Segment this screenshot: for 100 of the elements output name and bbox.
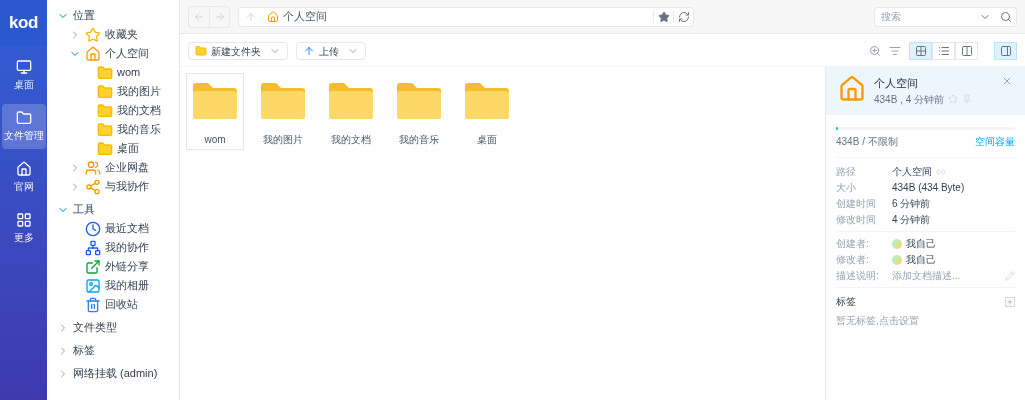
folder-icon (15, 110, 32, 126)
home-icon (15, 161, 32, 177)
grid-view-icon (914, 45, 927, 57)
star-icon (85, 26, 101, 43)
view-toggle[interactable] (909, 42, 932, 60)
upload-button[interactable]: 上传 (296, 42, 366, 60)
info-panel-toggle[interactable] (994, 42, 1017, 60)
search-field[interactable]: 搜索 (874, 6, 979, 27)
tree-item[interactable]: 标签 (73, 342, 95, 359)
description-field[interactable]: 添加文档描述... (892, 268, 1005, 283)
property-label: 大小 (836, 181, 857, 195)
folder-icon (327, 82, 375, 120)
sort-icon[interactable] (889, 45, 901, 57)
star-icon (657, 10, 670, 23)
property-value: 我自己 (906, 253, 936, 267)
share-link-icon (85, 258, 101, 275)
tree-item[interactable]: 我的协作 (105, 239, 149, 256)
folder-item[interactable]: 我的文档 (322, 73, 380, 150)
refresh-icon (677, 10, 690, 23)
image-icon (85, 277, 101, 294)
pin-icon[interactable] (962, 94, 973, 104)
folder-icon (463, 82, 511, 120)
list-view-icon (937, 45, 950, 57)
tree-item[interactable]: 外链分享 (105, 258, 149, 275)
right-arrow-icon (213, 10, 226, 23)
rail-item[interactable]: 文件管理 (1, 104, 46, 149)
quota-text: 434B / 不限制 (836, 135, 898, 149)
group-folder-icon (85, 159, 101, 176)
zoom-icon[interactable] (869, 45, 881, 57)
tree-item[interactable]: 企业网盘 (105, 159, 149, 176)
panel-title: 个人空间 (874, 76, 919, 91)
folder-item[interactable]: 我的音乐 (390, 73, 448, 150)
folder-icon (395, 82, 443, 120)
folder-item[interactable]: wom (186, 73, 244, 150)
home-icon (267, 10, 279, 23)
folder-icon (97, 64, 113, 81)
panel-subtitle: 434B , 4 分钟前 (874, 92, 945, 107)
tree-item[interactable]: 我的文档 (117, 102, 161, 119)
rail-item[interactable]: 桌面 (1, 53, 46, 98)
search-button[interactable] (995, 6, 1017, 27)
tags-title: 标签 (836, 295, 856, 309)
folder-icon (195, 45, 207, 57)
close-icon[interactable] (1001, 75, 1013, 87)
grid-icon (15, 212, 32, 228)
property-label: 创建者: (836, 237, 870, 251)
link-icon[interactable] (936, 166, 946, 177)
rail-item[interactable]: 官网 (1, 155, 46, 200)
folder-icon (259, 82, 307, 120)
tree-item[interactable]: 收藏夹 (105, 26, 138, 43)
property-value: 6 分钟前 (892, 197, 931, 211)
edit-icon[interactable] (1005, 270, 1015, 281)
tree-item[interactable]: 文件类型 (73, 319, 117, 336)
home-icon (85, 45, 101, 62)
tree-item[interactable]: 网络挂载 (admin) (73, 365, 158, 382)
up-arrow-icon (303, 45, 315, 57)
property-value: 个人空间 (892, 165, 932, 179)
panel-icon (999, 45, 1012, 57)
favorite-button[interactable] (653, 10, 673, 23)
share-folder-icon (85, 178, 101, 195)
trash-icon (85, 296, 101, 313)
tree-item[interactable]: 我的图片 (117, 83, 161, 100)
property-label: 创建时间 (836, 197, 877, 211)
up-arrow-icon (245, 10, 257, 23)
tree-item[interactable]: wom (117, 64, 141, 81)
clock-icon (85, 220, 101, 237)
property-label: 描述说明: (836, 269, 880, 283)
property-value: 我自己 (906, 237, 936, 251)
add-tag-icon[interactable] (1005, 296, 1015, 307)
property-label: 修改者: (836, 253, 870, 267)
folder-icon (97, 83, 113, 100)
folder-item[interactable]: 我的图片 (254, 73, 312, 150)
nodes-icon (85, 239, 101, 256)
star-icon[interactable] (948, 94, 959, 104)
view-toggle[interactable] (932, 42, 955, 60)
folder-item[interactable]: 桌面 (458, 73, 516, 150)
tree-item[interactable]: 回收站 (105, 296, 138, 313)
property-label: 路径 (836, 165, 857, 179)
view-toggle[interactable] (955, 42, 978, 60)
avatar (892, 238, 902, 249)
split-view-icon (960, 45, 973, 57)
tree-item[interactable]: 工具 (73, 201, 95, 218)
logo: kod (9, 11, 38, 34)
tree-item[interactable]: 位置 (73, 7, 95, 24)
home-icon (838, 75, 866, 103)
property-label: 修改时间 (836, 213, 877, 227)
monitor-icon (15, 59, 32, 75)
tree-item[interactable]: 我的相册 (105, 277, 149, 294)
property-value: 434B (434 Byte) (892, 181, 965, 195)
tree-item[interactable]: 个人空间 (105, 45, 149, 62)
tree-item[interactable]: 我的音乐 (117, 121, 161, 138)
tree-item[interactable]: 与我协作 (105, 178, 149, 195)
property-value: 4 分钟前 (892, 213, 931, 227)
tree-item[interactable]: 最近文档 (105, 220, 149, 237)
tree-item[interactable]: 桌面 (117, 140, 139, 157)
breadcrumb[interactable]: 个人空间 (283, 8, 339, 25)
search-icon (999, 10, 1012, 23)
new-folder-button[interactable]: 新建文件夹 (188, 42, 288, 60)
folder-icon (97, 121, 113, 138)
folder-icon (191, 82, 239, 120)
rail-item[interactable]: 更多 (1, 206, 46, 251)
